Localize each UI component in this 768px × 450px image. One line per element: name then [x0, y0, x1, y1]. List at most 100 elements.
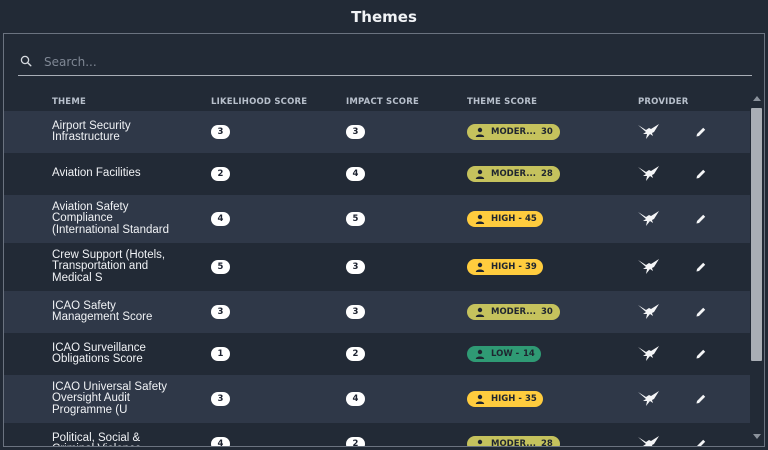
- table-row[interactable]: ICAO Universal Safety Oversight Audit Prog…: [4, 375, 750, 423]
- theme-score-level: MODER...: [491, 127, 536, 137]
- theme-score-level: HIGH -: [491, 394, 522, 404]
- likelihood-score: 4: [211, 437, 230, 446]
- likelihood-score: 3: [211, 125, 230, 139]
- theme-score-badge: HIGH -45: [467, 211, 543, 227]
- person-icon: [475, 169, 485, 179]
- vertical-scrollbar[interactable]: [750, 96, 764, 446]
- theme-name-line: Infrastructure: [52, 131, 120, 143]
- theme-score-badge: LOW -14: [467, 346, 541, 362]
- eagle-icon: [638, 391, 659, 406]
- theme-name-line: Criminal Violence: [52, 443, 202, 446]
- theme-name-line: Medical S: [52, 271, 103, 284]
- table-row[interactable]: Crew Support (Hotels, Transportation and M…: [4, 243, 750, 291]
- theme-score-badge: HIGH -35: [467, 391, 543, 407]
- pencil-icon[interactable]: [695, 306, 707, 318]
- theme-name-line: Aviation Facilities: [52, 167, 141, 180]
- table-row[interactable]: Airport Security Infrastructure 3 3 MODER...…: [4, 111, 750, 153]
- likelihood-score: 3: [211, 392, 230, 406]
- theme-name: Aviation Facilities: [52, 168, 202, 180]
- likelihood-score: 3: [211, 305, 230, 319]
- likelihood-score: 5: [211, 260, 230, 274]
- theme-score-level: MODER...: [491, 439, 536, 447]
- likelihood-score: 1: [211, 347, 230, 361]
- likelihood-score: 4: [211, 212, 230, 226]
- theme-score-level: HIGH -: [491, 262, 522, 272]
- theme-name: Aviation Safety Compliance (International …: [52, 201, 202, 237]
- column-header-impact[interactable]: IMPACT SCORE: [346, 97, 419, 107]
- theme-name: ICAO Universal Safety Oversight Audit Prog…: [52, 381, 202, 417]
- eagle-icon: [638, 259, 659, 274]
- person-icon: [475, 349, 485, 359]
- theme-score-level: MODER...: [491, 307, 536, 317]
- theme-score-badge: MODER... 28: [467, 436, 560, 447]
- search-bar: [18, 48, 752, 76]
- theme-name-line: Obligations Score: [52, 353, 143, 365]
- theme-score-value: 28: [541, 439, 553, 447]
- pencil-icon[interactable]: [695, 393, 707, 405]
- table-body: Airport Security Infrastructure 3 3 MODER...…: [4, 111, 750, 447]
- column-header-likelihood[interactable]: LIKELIHOOD SCORE: [211, 97, 307, 107]
- search-input[interactable]: [44, 52, 734, 72]
- theme-name: ICAO Surveillance Obligations Score: [52, 342, 202, 366]
- impact-score: 3: [346, 305, 365, 319]
- scroll-down-arrow-icon[interactable]: [753, 434, 761, 439]
- theme-score-badge: MODER... 28: [467, 166, 560, 182]
- theme-score-value: 45: [525, 214, 537, 224]
- theme-score-level: MODER...: [491, 169, 536, 179]
- person-icon: [475, 394, 485, 404]
- impact-score: 3: [346, 125, 365, 139]
- pencil-icon[interactable]: [695, 126, 707, 138]
- impact-score: 2: [346, 437, 365, 446]
- pencil-icon[interactable]: [695, 438, 707, 447]
- theme-name-line: Management Score: [52, 311, 153, 323]
- eagle-icon: [638, 346, 659, 361]
- eagle-icon: [638, 211, 659, 226]
- theme-score-value: 30: [541, 307, 553, 317]
- eagle-icon: [638, 304, 659, 319]
- impact-score: 4: [346, 167, 365, 181]
- person-icon: [475, 214, 485, 224]
- theme-score-level: LOW -: [491, 349, 520, 359]
- theme-name-line: (International Standard: [52, 223, 169, 236]
- scroll-up-arrow-icon[interactable]: [753, 96, 761, 101]
- column-header-theme-score[interactable]: THEME SCORE: [467, 97, 537, 107]
- theme-score-badge: MODER... 30: [467, 304, 560, 320]
- pencil-icon[interactable]: [695, 348, 707, 360]
- person-icon: [475, 262, 485, 272]
- table-row[interactable]: Aviation Safety Compliance (International …: [4, 195, 750, 243]
- themes-panel: THEME LIKELIHOOD SCORE IMPACT SCORE THEM…: [3, 33, 765, 447]
- column-header-provider[interactable]: PROVIDER: [638, 97, 689, 107]
- theme-name-line: Programme (U: [52, 403, 128, 416]
- impact-score: 3: [346, 260, 365, 274]
- pencil-icon[interactable]: [695, 213, 707, 225]
- table-row[interactable]: ICAO Surveillance Obligations Score 1 2 LOW …: [4, 333, 750, 375]
- likelihood-score: 2: [211, 167, 230, 181]
- theme-score-value: 30: [541, 127, 553, 137]
- theme-score-badge: MODER... 30: [467, 124, 560, 140]
- person-icon: [475, 127, 485, 137]
- scroll-thumb[interactable]: [751, 108, 762, 361]
- theme-score-value: 14: [523, 349, 535, 359]
- theme-score-value: 39: [525, 262, 537, 272]
- search-icon: [20, 55, 32, 67]
- theme-name: Political, Social &Criminal Violence: [52, 432, 202, 446]
- page-title: Themes: [351, 8, 417, 26]
- table-row[interactable]: ICAO Safety Management Score 3 3 MODER... 30: [4, 291, 750, 333]
- person-icon: [477, 439, 483, 445]
- theme-score-badge: HIGH -39: [467, 259, 543, 275]
- table-row[interactable]: Political, Social &Criminal Violence 4 2 MO…: [4, 423, 750, 447]
- person-icon: [475, 307, 485, 317]
- pencil-icon[interactable]: [695, 168, 707, 180]
- eagle-icon: [638, 124, 659, 139]
- column-header-theme[interactable]: THEME: [52, 97, 86, 107]
- impact-score: 5: [346, 212, 365, 226]
- theme-name: Crew Support (Hotels, Transportation and M…: [52, 249, 202, 285]
- table-row[interactable]: Aviation Facilities 2 4 MODER... 28: [4, 153, 750, 195]
- impact-score: 2: [346, 347, 365, 361]
- pencil-icon[interactable]: [695, 261, 707, 273]
- theme-score-value: 35: [525, 394, 537, 404]
- impact-score: 4: [346, 392, 365, 406]
- eagle-icon: [638, 166, 659, 181]
- theme-name: Airport Security Infrastructure: [52, 120, 202, 144]
- theme-score-value: 28: [541, 169, 553, 179]
